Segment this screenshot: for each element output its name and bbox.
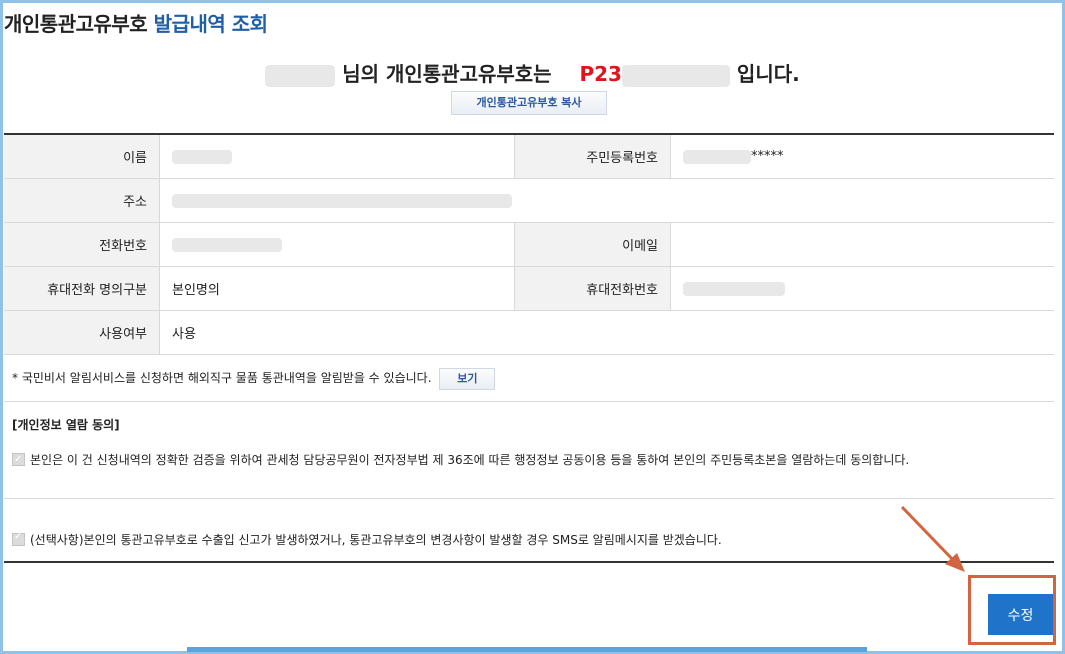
consent-2-text: (선택사항)본인의 통관고유부호로 수출입 신고가 발생하였거나, 통관고유부호…: [30, 533, 722, 547]
email-label: 이메일: [514, 222, 671, 267]
redacted-address: [172, 193, 512, 208]
consent-item-1: 본인은 이 건 신청내역의 정확한 검증을 위하여 관세청 담당공무원이 전자정…: [12, 451, 1042, 469]
mobile-owner-value: 본인명의: [159, 266, 515, 311]
page-title-main: 개인통관고유부호: [4, 12, 148, 36]
redacted-name: [265, 64, 336, 87]
redacted-rrn: [683, 149, 751, 164]
redacted-phone: [172, 237, 282, 252]
table-row: 주소: [4, 178, 1054, 223]
table-row: 사용여부 사용: [4, 310, 1054, 355]
redacted-mobile: [683, 281, 785, 296]
consent-heading: [개인정보 열람 동의]: [12, 418, 120, 432]
redacted-name-value: [172, 149, 232, 164]
divider: [4, 498, 1054, 499]
page-title-sub: 발급내역 조회: [153, 12, 268, 36]
customs-code-headline: 님의 개인통관고유부호는 P23 입니다.: [0, 58, 1065, 87]
notice-row: * 국민비서 알림서비스를 신청하면 해외직구 물품 통관내역을 알림받을 수 …: [4, 355, 1054, 402]
email-value: [670, 222, 1054, 267]
bottom-scroll-bar: [187, 647, 867, 652]
name-label: 이름: [4, 134, 160, 179]
phone-label: 전화번호: [4, 222, 160, 267]
view-button[interactable]: 보기: [439, 367, 496, 390]
notice-text: * 국민비서 알림서비스를 신청하면 해외직구 물품 통관내역을 알림받을 수 …: [12, 371, 432, 385]
mobile-owner-label: 휴대전화 명의구분: [4, 266, 160, 311]
rrn-value: *****: [670, 134, 1054, 179]
headline-text-1: 님의 개인통관고유부호는: [342, 62, 552, 86]
page-title: 개인통관고유부호 발급내역 조회: [4, 8, 268, 37]
table-row: 휴대전화 명의구분 본인명의 휴대전화번호: [4, 266, 1054, 311]
consent-1-checkbox[interactable]: [12, 451, 25, 469]
table-row: 이름 주민등록번호 *****: [4, 134, 1054, 179]
mobile-value: [670, 266, 1054, 311]
name-value: [159, 134, 515, 179]
phone-value: [159, 222, 515, 267]
usage-label: 사용여부: [4, 310, 160, 355]
rrn-label: 주민등록번호: [514, 134, 671, 179]
table-bottom-border: [4, 561, 1054, 563]
edit-button[interactable]: 수정: [988, 594, 1053, 635]
address-value: [159, 178, 1054, 223]
copy-code-button[interactable]: 개인통관고유부호 복사: [451, 91, 607, 115]
consent-2-checkbox[interactable]: [12, 531, 25, 546]
info-table: 이름 주민등록번호 ***** 주소 전화번호 이메일 휴대전화 명의구분 본인…: [4, 133, 1054, 355]
mobile-label: 휴대전화번호: [514, 266, 671, 311]
consent-item-2: (선택사항)본인의 통관고유부호로 수출입 신고가 발생하였거나, 통관고유부호…: [12, 531, 722, 548]
redacted-code: [621, 64, 730, 87]
headline-text-2: 입니다.: [736, 62, 800, 86]
consent-1-text: 본인은 이 건 신청내역의 정확한 검증을 위하여 관세청 담당공무원이 전자정…: [30, 453, 910, 467]
table-row: 전화번호 이메일: [4, 222, 1054, 267]
usage-value: 사용: [159, 310, 1054, 355]
address-label: 주소: [4, 178, 160, 223]
rrn-tail: *****: [751, 149, 784, 164]
customs-code-value: P23: [579, 62, 622, 86]
